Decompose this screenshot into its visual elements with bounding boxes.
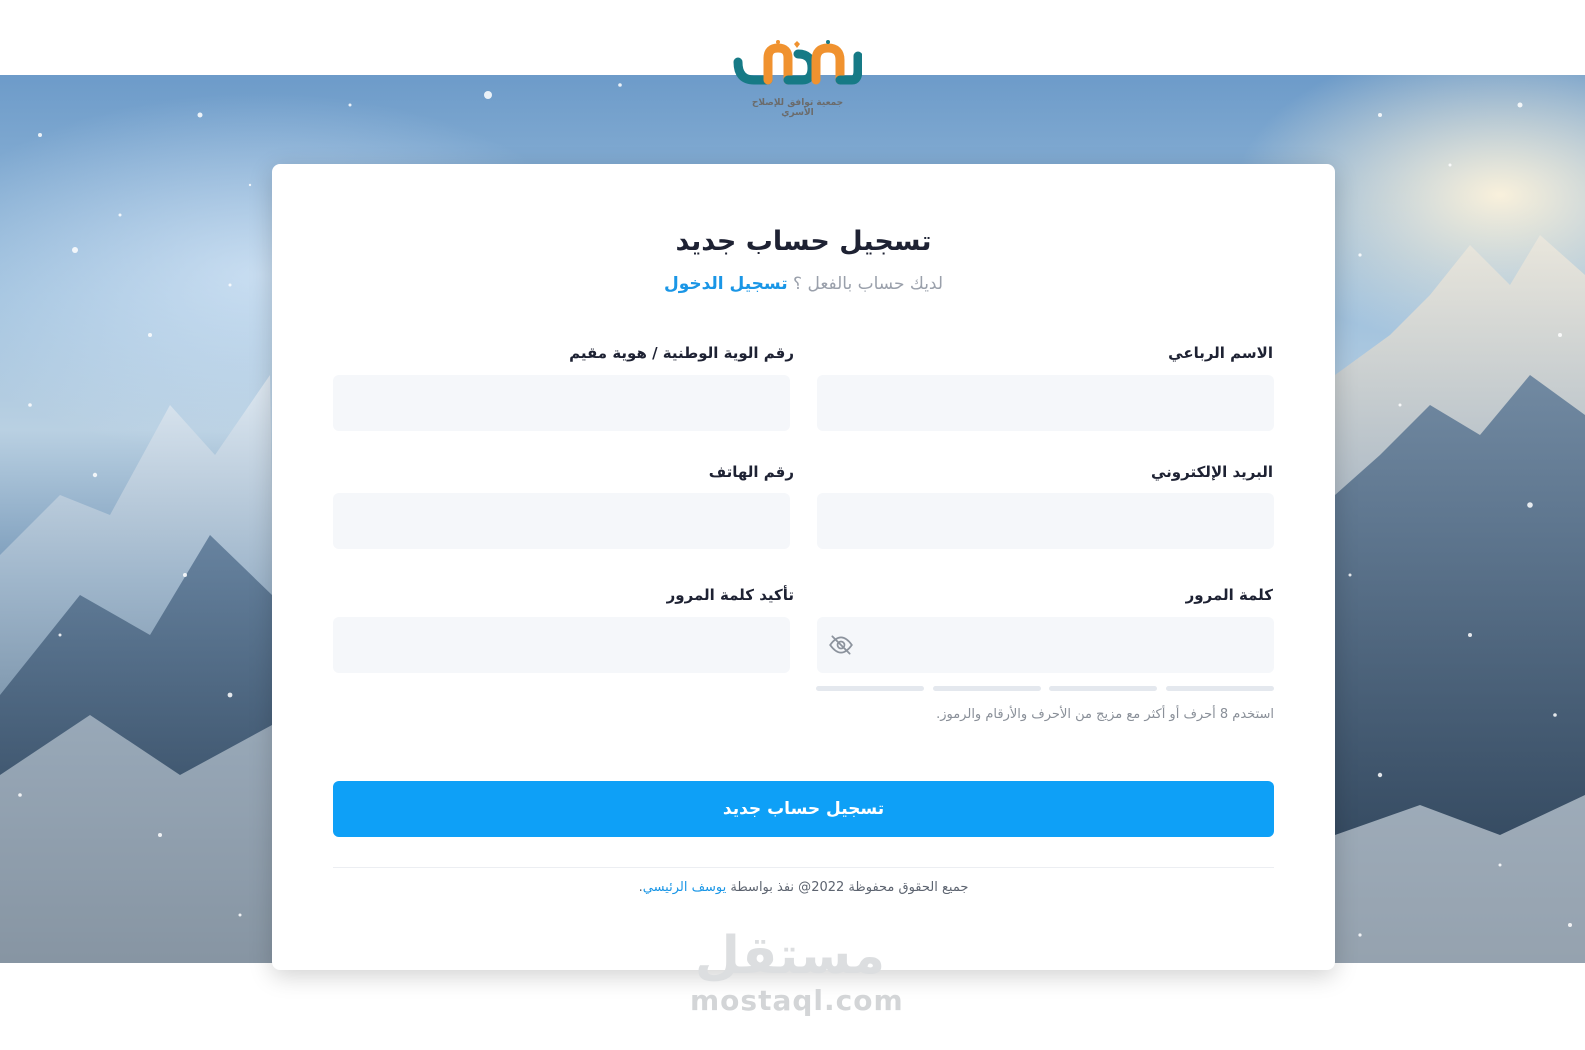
watermark-latin: mostaql.com — [690, 984, 904, 1017]
national-id-input[interactable] — [333, 375, 790, 431]
copyright-footer: جميع الحقوق محفوظة 2022@ نفذ بواسطة يوسف… — [272, 880, 1335, 895]
national-id-label: رقم الوية الوطنية / هوية مقيم — [569, 344, 794, 362]
confirm-password-input[interactable] — [333, 617, 790, 673]
logo-tagline: جمعية توافق للإصلاح الأسري — [751, 98, 844, 118]
confirm-password-label: تأكيد كلمة المرور — [666, 586, 794, 604]
password-strength-segment-1 — [816, 686, 924, 691]
phone-input[interactable] — [333, 493, 790, 549]
mostaql-watermark: مستقل mostaql.com — [690, 926, 904, 1017]
password-label: كلمة المرور — [1185, 586, 1273, 604]
full-name-input[interactable] — [817, 375, 1274, 431]
login-prompt: لديك حساب بالفعل ؟ تسجيل الدخول — [272, 274, 1335, 294]
password-strength-segment-2 — [933, 686, 1041, 691]
login-prompt-text: لديك حساب بالفعل ؟ — [793, 274, 944, 294]
eye-off-icon[interactable] — [828, 632, 854, 658]
password-input[interactable] — [817, 617, 1274, 673]
signup-card: تسجيل حساب جديد لديك حساب بالفعل ؟ تسجيل… — [272, 164, 1335, 970]
email-input[interactable] — [817, 493, 1274, 549]
watermark-arabic: مستقل — [694, 926, 886, 986]
password-hint: استخدم 8 أحرف أو أكثر مع مزيج من الأحرف … — [936, 707, 1274, 722]
footer-divider — [333, 867, 1274, 868]
password-strength-segment-4 — [1166, 686, 1274, 691]
email-label: البريد الإلكتروني — [1151, 463, 1273, 481]
login-link[interactable]: تسجيل الدخول — [664, 274, 788, 294]
register-button[interactable]: تسجيل حساب جديد — [333, 781, 1274, 837]
author-link[interactable]: يوسف الرئيسي — [643, 880, 727, 895]
phone-label: رقم الهاتف — [708, 463, 794, 481]
password-strength-segment-3 — [1049, 686, 1157, 691]
page-title: تسجيل حساب جديد — [675, 226, 932, 257]
full-name-label: الاسم الرباعي — [1168, 344, 1273, 362]
copyright-text: جميع الحقوق محفوظة 2022@ نفذ بواسطة — [730, 880, 969, 895]
